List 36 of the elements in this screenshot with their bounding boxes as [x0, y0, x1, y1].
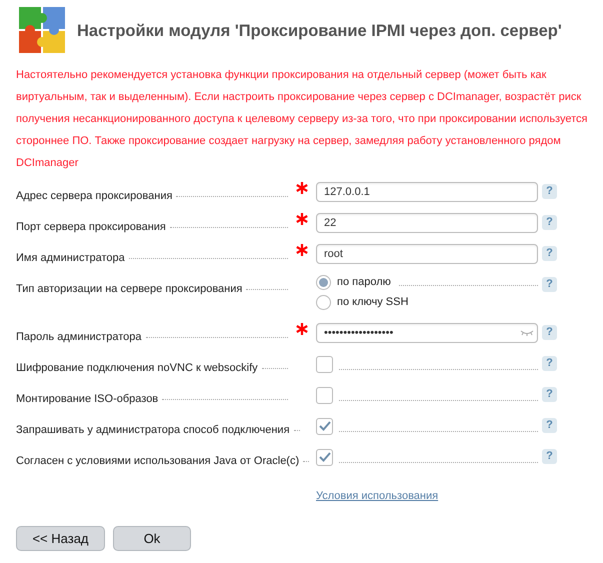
field-label: Имя администратора	[16, 252, 125, 264]
help-button[interactable]: ?	[542, 387, 557, 402]
warning-text: Настоятельно рекомендуется установка функции проксирования на отдельный сервер (может быть как виртуальным, так и выделенным). Если настроить проксирование через сервер с DCImanager, возрастёт риск получения несанкционированного доступа к целевому серверу из-за того, что при проксировании используется стороннее ПО. Также проксирование создает нагрузку на сервер, замедляя работу установленного рядом DCImanager	[15, 68, 588, 171]
help-button[interactable]: ?	[542, 277, 557, 292]
checkbox[interactable]	[316, 386, 333, 404]
field-label: Согласен с условиями использования Java от Oracle(c)	[16, 455, 300, 467]
text-field[interactable]: 127.0.0.1	[316, 182, 538, 202]
field-label: Пароль администратора	[16, 331, 142, 343]
radio-button[interactable]	[316, 294, 331, 310]
field-label: Адрес сервера проксирования	[16, 190, 172, 202]
eye-icon[interactable]	[520, 330, 534, 336]
ok-button[interactable]: Ok	[113, 526, 191, 551]
terms-link[interactable]: Условия использования	[316, 490, 438, 502]
help-button[interactable]: ?	[542, 418, 557, 433]
back-button[interactable]: << Назад	[16, 526, 105, 551]
radio-label: по паролю	[337, 276, 391, 288]
help-button[interactable]: ?	[542, 325, 557, 340]
password-field[interactable]: ••••••••••••••••••	[316, 323, 538, 343]
checkbox[interactable]	[316, 356, 333, 372]
field-label: Запрашивать у администратора способ подключения	[16, 424, 290, 436]
checkbox[interactable]	[316, 448, 333, 466]
help-button[interactable]: ?	[542, 356, 557, 371]
radio-label: по ключу SSH	[337, 296, 408, 308]
help-button[interactable]: ?	[542, 184, 557, 199]
field-label: Монтирование ISO-образов	[16, 393, 158, 405]
page-title: Настройки модуля 'Проксирование IPMI через доп. сервер'	[77, 22, 562, 40]
help-button[interactable]: ?	[542, 215, 557, 230]
text-field[interactable]: root	[316, 244, 538, 264]
field-label: Тип авторизации на сервере проксирования	[16, 283, 242, 295]
help-button[interactable]: ?	[542, 449, 557, 464]
text-field[interactable]: 22	[316, 213, 538, 233]
checkbox[interactable]	[316, 418, 333, 434]
field-label: Шифрование подключения noVNC к websockify	[16, 362, 258, 374]
radio-button[interactable]	[316, 274, 331, 290]
help-button[interactable]: ?	[542, 246, 557, 261]
field-label: Порт сервера проксирования	[16, 221, 166, 233]
